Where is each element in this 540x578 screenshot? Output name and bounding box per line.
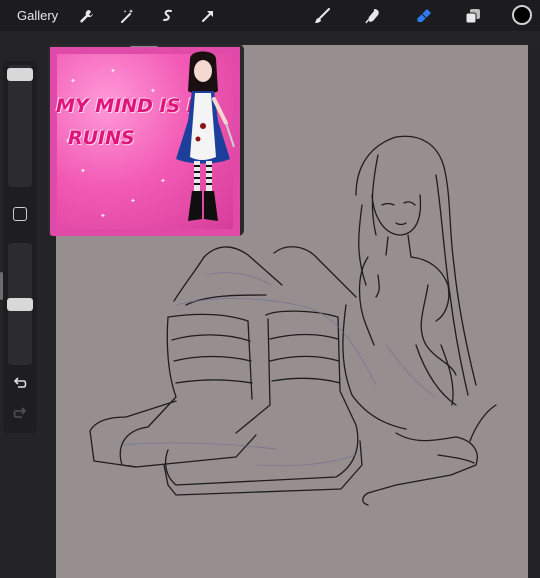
eraser-icon[interactable] <box>413 5 435 27</box>
opacity-thumb[interactable] <box>7 298 33 311</box>
redo-icon[interactable] <box>12 405 28 421</box>
undo-icon[interactable] <box>12 375 28 391</box>
sidebar-edge-handle[interactable] <box>0 272 3 300</box>
top-toolbar: Gallery <box>0 0 540 31</box>
brush-size-thumb[interactable] <box>7 68 33 81</box>
color-swatch[interactable] <box>512 5 532 25</box>
brush-icon[interactable] <box>311 5 333 27</box>
modifier-button[interactable] <box>13 207 27 221</box>
reference-image: ✦ ✦ ✦ ✦ ✦ ✦ ✦ ✦ MY MIND IS IN RUINS <box>50 47 240 236</box>
selection-icon[interactable] <box>157 5 179 27</box>
reference-window[interactable]: ✦ ✦ ✦ ✦ ✦ ✦ ✦ ✦ MY MIND IS IN RUINS <box>48 44 244 236</box>
magic-wand-icon[interactable] <box>116 5 138 27</box>
gallery-button[interactable]: Gallery <box>17 8 58 23</box>
brush-size-slider[interactable] <box>8 65 32 187</box>
left-sidebar <box>3 61 37 433</box>
canvas-edge <box>528 45 540 578</box>
transform-arrow-icon[interactable] <box>197 5 219 27</box>
layers-icon[interactable] <box>462 5 484 27</box>
wrench-icon[interactable] <box>75 5 97 27</box>
reference-text-line2: RUINS <box>68 127 135 149</box>
smudge-icon[interactable] <box>362 5 384 27</box>
character-figure <box>176 51 235 221</box>
